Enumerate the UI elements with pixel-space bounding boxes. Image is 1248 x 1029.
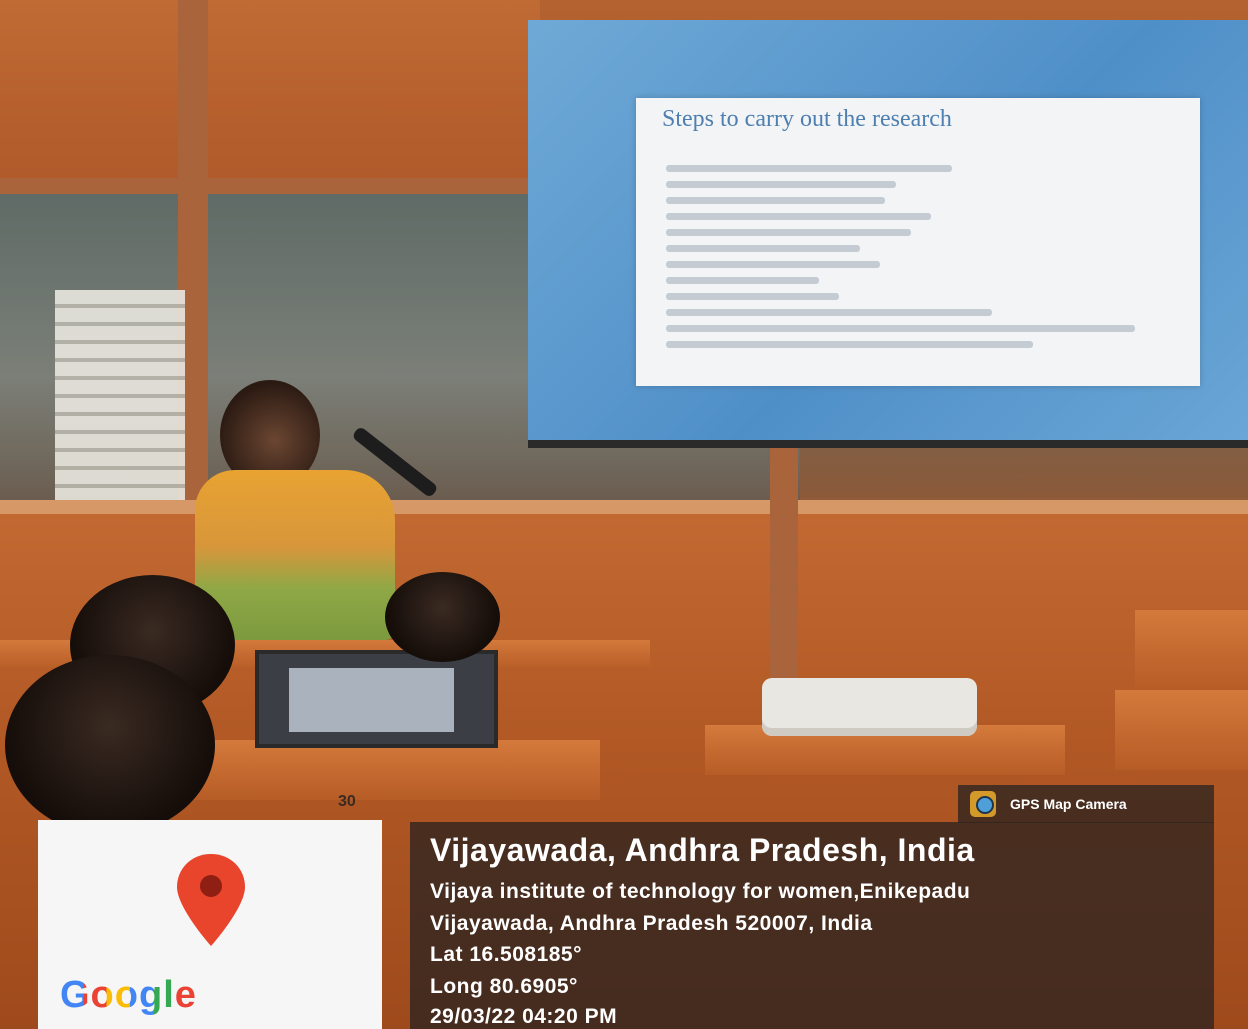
google-logo-text: Google	[60, 974, 197, 1016]
desk	[150, 740, 600, 800]
audience-member-head	[5, 655, 215, 835]
window-blinds	[55, 290, 185, 505]
latitude-text: Lat 16.508185°	[430, 943, 583, 966]
address-line-2: Vijayawada, Andhra Pradesh 520007, India	[430, 912, 873, 935]
slide-title: Steps to carry out the research	[662, 106, 952, 132]
socket-label: 30	[338, 793, 356, 810]
presenter	[195, 380, 395, 640]
upper-wall	[0, 0, 540, 185]
longitude-text: Long 80.6905°	[430, 975, 578, 998]
timestamp-text: 29/03/22 04:20 PM	[430, 1005, 618, 1028]
camera-app-name: GPS Map Camera	[1010, 796, 1127, 812]
audience-member-head	[385, 572, 500, 662]
laptop-screen	[289, 668, 454, 732]
camera-app-tag: GPS Map Camera	[958, 785, 1214, 823]
map-thumbnail: Google	[38, 820, 382, 1029]
desk	[1135, 610, 1248, 690]
projection-screen: Steps to carry out the research	[528, 20, 1248, 448]
google-logo: Google	[60, 974, 197, 1017]
laptop	[255, 650, 498, 748]
presentation-slide: Steps to carry out the research	[636, 98, 1200, 386]
slide-bullets	[666, 156, 1176, 357]
location-title: Vijayawada, Andhra Pradesh, India	[430, 832, 975, 868]
map-pin-icon	[177, 854, 245, 946]
window-ledge	[0, 500, 1248, 514]
camera-app-icon	[970, 791, 996, 817]
desk	[1115, 690, 1248, 770]
projector	[762, 678, 977, 736]
address-line-1: Vijaya institute of technology for women…	[430, 880, 971, 903]
geotag-panel: Vijayawada, Andhra Pradesh, India Vijaya…	[410, 822, 1214, 1029]
wall-beam	[0, 178, 540, 194]
